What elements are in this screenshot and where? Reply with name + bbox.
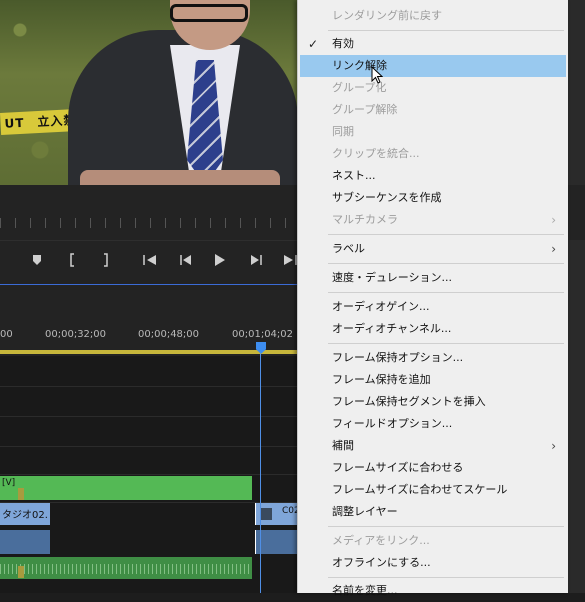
clip-marker bbox=[18, 488, 24, 500]
menu-item-insert-frame-hold-segment[interactable]: フレーム保持セグメントを挿入 bbox=[298, 391, 568, 413]
caution-tape-text: UT 立入禁 bbox=[4, 113, 77, 131]
menu-item-label[interactable]: ラベル › bbox=[298, 238, 568, 260]
checkmark-icon: ✓ bbox=[308, 37, 319, 51]
video-clip-2-label: タジオ02. bbox=[2, 510, 48, 521]
menu-item-audio-gain[interactable]: オーディオゲイン... bbox=[298, 296, 568, 318]
timecode-label: 00 bbox=[0, 329, 13, 340]
mouse-cursor-icon bbox=[371, 66, 383, 84]
audio-waveform bbox=[0, 564, 252, 574]
right-edge-panel bbox=[565, 0, 585, 593]
step-back-icon[interactable] bbox=[176, 253, 196, 271]
mark-in-icon[interactable] bbox=[63, 253, 83, 271]
menu-item-nest[interactable]: ネスト... bbox=[298, 165, 568, 187]
chevron-right-icon: › bbox=[551, 439, 556, 453]
menu-item-enable[interactable]: ✓ 有効 bbox=[298, 33, 568, 55]
video-clip-2[interactable]: タジオ02. bbox=[0, 503, 50, 525]
timecode-label: 00;00;32;00 bbox=[45, 329, 107, 340]
video-clip-label: [V] bbox=[2, 478, 16, 488]
playhead-line bbox=[260, 354, 261, 593]
menu-item-unlink[interactable]: リンク解除 bbox=[300, 55, 566, 77]
mark-out-icon[interactable] bbox=[95, 253, 115, 271]
menu-item-multi-camera[interactable]: マルチカメラ › bbox=[298, 209, 568, 231]
menu-item-field-options[interactable]: フィールドオプション... bbox=[298, 413, 568, 435]
menu-item-ungroup[interactable]: グループ解除 bbox=[298, 99, 568, 121]
video-clip-3[interactable]: C02 bbox=[255, 503, 301, 525]
menu-item-link-media[interactable]: メディアをリンク... bbox=[298, 530, 568, 552]
step-forward-icon[interactable] bbox=[246, 253, 266, 271]
play-icon[interactable] bbox=[210, 253, 230, 271]
clip-marker bbox=[18, 566, 24, 578]
menu-item-make-subsequence[interactable]: サブシーケンスを作成 bbox=[298, 187, 568, 209]
timeline-ruler[interactable]: 00 00;00;32;00 00;00;48;00 00;01;04;02 bbox=[0, 284, 300, 357]
fx-badge-icon bbox=[260, 508, 272, 520]
timecode-label: 00;01;04;02 bbox=[232, 329, 294, 340]
program-monitor-frame: UT 立入禁 bbox=[0, 0, 300, 185]
audio-clip-1b[interactable] bbox=[255, 530, 301, 554]
go-to-in-icon[interactable] bbox=[140, 253, 160, 271]
chevron-right-icon: › bbox=[551, 242, 556, 256]
menu-item-audio-channels[interactable]: オーディオチャンネル... bbox=[298, 318, 568, 340]
person-glasses bbox=[170, 4, 248, 22]
video-clip[interactable]: [V] bbox=[0, 476, 252, 500]
person-hands bbox=[80, 170, 280, 185]
chevron-right-icon: › bbox=[551, 213, 556, 227]
audio-clip-1[interactable] bbox=[0, 530, 50, 554]
menu-item-adjustment-layer[interactable]: 調整レイヤー bbox=[298, 501, 568, 523]
menu-item-revert-render[interactable]: レンダリング前に戻す bbox=[298, 5, 568, 27]
timecode-label: 00;00;48;00 bbox=[138, 329, 200, 340]
context-menu: レンダリング前に戻す ✓ 有効 リンク解除 グループ化 グループ解除 同期 クリ… bbox=[297, 0, 568, 597]
work-area-bar[interactable] bbox=[0, 350, 300, 354]
menu-item-group[interactable]: グループ化 bbox=[298, 77, 568, 99]
menu-item-speed-duration[interactable]: 速度・デュレーション... bbox=[298, 267, 568, 289]
menu-item-rename[interactable]: 名前を変更... bbox=[298, 580, 568, 602]
transport-controls bbox=[0, 240, 300, 285]
menu-item-interpolation[interactable]: 補間 › bbox=[298, 435, 568, 457]
monitor-ruler-ticks bbox=[0, 218, 300, 228]
menu-item-add-frame-hold[interactable]: フレーム保持を追加 bbox=[298, 369, 568, 391]
menu-item-set-to-frame-size[interactable]: フレームサイズに合わせる bbox=[298, 457, 568, 479]
marker-icon[interactable] bbox=[27, 253, 47, 271]
menu-item-merge-clips[interactable]: クリップを統合... bbox=[298, 143, 568, 165]
menu-item-frame-hold-options[interactable]: フレーム保持オプション... bbox=[298, 347, 568, 369]
menu-item-synchronize[interactable]: 同期 bbox=[298, 121, 568, 143]
menu-item-scale-to-frame-size[interactable]: フレームサイズに合わせてスケール bbox=[298, 479, 568, 501]
menu-item-make-offline[interactable]: オフラインにする... bbox=[298, 552, 568, 574]
